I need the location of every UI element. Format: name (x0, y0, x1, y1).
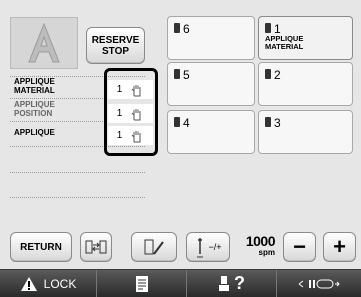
return-button[interactable]: RETURN (10, 232, 72, 262)
needle-number: 4 (183, 116, 190, 130)
needle-cell-4[interactable]: 4 (167, 110, 255, 154)
list-item: APPLIQUE (14, 128, 55, 138)
lock-label: LOCK (43, 276, 77, 291)
embroidery-frame-tab[interactable] (276, 270, 361, 297)
highlight-frame (104, 68, 158, 156)
spool-icon (174, 69, 180, 79)
list-divider (10, 172, 145, 173)
thread-color-edit-button[interactable] (131, 232, 177, 262)
lock-tab[interactable]: LOCK (0, 270, 96, 297)
needle-cell-2[interactable]: 2 (258, 62, 353, 106)
color-sort-button[interactable] (80, 232, 112, 262)
reserve-stop-button[interactable]: RESERVE STOP (86, 27, 145, 64)
machine-icon (219, 275, 229, 291)
needle-number: 5 (183, 68, 190, 82)
speed-minus-button[interactable]: − (283, 232, 316, 262)
list-item: APPLIQUE MATERIAL (14, 77, 55, 95)
pattern-preview (10, 17, 78, 69)
speed-value: 1000 (245, 233, 276, 249)
spool-icon (174, 23, 180, 33)
needle-number: 3 (274, 116, 281, 130)
frame-move-icon (298, 279, 340, 288)
color-sort-icon (85, 240, 107, 254)
needle-cell-5[interactable]: 5 (167, 62, 255, 106)
needle-adjust-label: −/+ (208, 242, 222, 252)
spool-icon (265, 69, 271, 79)
reserve-stop-line1: RESERVE (91, 34, 140, 46)
warning-icon (20, 276, 37, 291)
speed-display: 1000 spm (237, 233, 276, 262)
needle-cell-1[interactable]: 1 APPLIQUE MATERIAL (258, 16, 353, 60)
plus-label: + (333, 234, 346, 259)
list-item-label2: POSITION (14, 108, 53, 118)
needle-label2: MATERIAL (265, 42, 304, 51)
spool-wand-icon (144, 239, 164, 255)
list-item: APPLIQUE POSITION (14, 100, 55, 118)
speed-unit: spm (258, 248, 275, 257)
help-tab[interactable]: ? (186, 270, 276, 297)
document-icon (135, 275, 148, 292)
needle-adjust-button[interactable]: −/+ (186, 232, 230, 262)
return-label: RETURN (20, 241, 62, 253)
reserve-stop-line2: STOP (101, 45, 130, 57)
needle-number: 6 (183, 22, 190, 36)
spool-icon (174, 117, 180, 127)
needle-icon (197, 238, 204, 258)
help-label: ? (234, 273, 245, 293)
letter-a-icon (28, 22, 60, 63)
list-item-label2: MATERIAL (14, 85, 55, 95)
needle-number: 2 (274, 68, 281, 82)
spool-icon (265, 117, 271, 127)
speed-plus-button[interactable]: + (323, 232, 356, 262)
needle-cell-6[interactable]: 6 (167, 16, 255, 60)
spool-icon (265, 23, 271, 33)
sewing-info-tab[interactable] (96, 270, 186, 297)
list-item-label1: APPLIQUE (14, 128, 55, 137)
minus-label: − (293, 234, 306, 259)
needle-cell-3[interactable]: 3 (258, 110, 353, 154)
list-divider (10, 197, 145, 198)
